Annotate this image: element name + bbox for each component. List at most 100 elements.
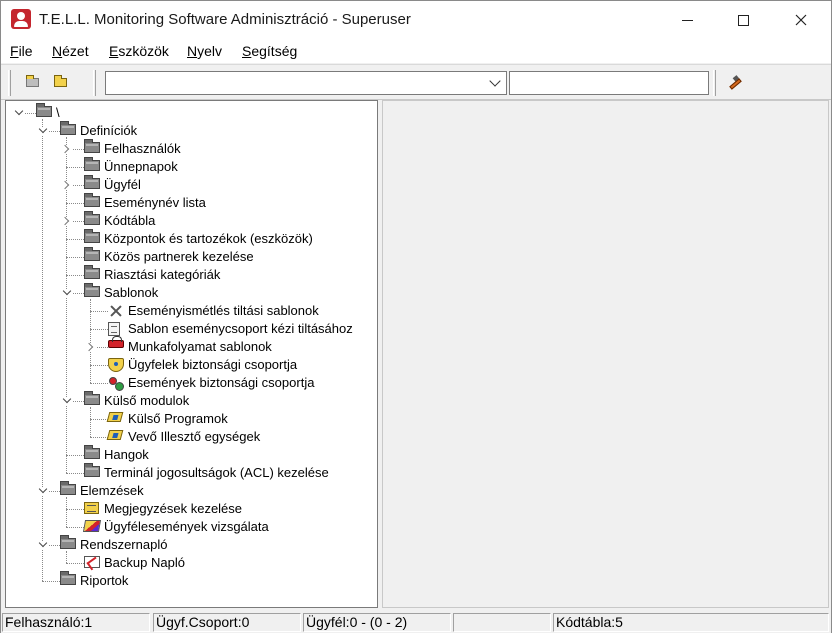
tree-connector — [66, 509, 84, 510]
tree-connector — [42, 119, 43, 581]
chevron-down-icon[interactable] — [15, 109, 24, 118]
tree-item-label[interactable]: Rendszernapló — [80, 536, 167, 554]
tree-item-label[interactable]: Sablon eseménycsoport kézi tiltásához — [128, 320, 353, 338]
tree-item-label[interactable]: Terminál jogosultságok (ACL) kezelése — [104, 464, 329, 482]
tree-connector — [66, 551, 67, 563]
tree-connector — [66, 563, 84, 564]
receiver-icon — [106, 430, 124, 440]
close-icon — [795, 14, 807, 26]
note-icon — [84, 502, 99, 514]
tree-item-label[interactable]: Eseményismétlés tiltási sablonok — [128, 302, 319, 320]
menu-tools[interactable]: Eszközök — [109, 43, 169, 59]
tree-connector — [90, 419, 108, 420]
search-combo[interactable] — [105, 71, 507, 95]
toolbar-grip-2[interactable] — [93, 70, 96, 96]
menu-language[interactable]: Nyelv — [187, 43, 222, 59]
tree-connector — [66, 455, 84, 456]
tree-connector — [90, 383, 108, 384]
minimize-button[interactable] — [661, 1, 713, 39]
folder-icon — [84, 193, 100, 207]
tool-button[interactable] — [723, 72, 745, 94]
tree-item-label[interactable]: Ügyfélesemények vizsgálata — [104, 518, 269, 536]
tree-item-label[interactable]: Elemzések — [80, 482, 144, 500]
window-title: T.E.L.L. Monitoring Software Adminisztrá… — [39, 11, 411, 28]
tree-item-label[interactable]: Közös partnerek kezelése — [104, 248, 254, 266]
chevron-down-icon[interactable] — [63, 397, 72, 406]
menu-help[interactable]: Segítség — [242, 43, 297, 59]
tree-item-label[interactable]: Eseménynév lista — [104, 194, 206, 212]
tree-item-label[interactable]: Munkafolyamat sablonok — [128, 338, 272, 356]
search-input[interactable] — [509, 71, 709, 95]
tree-connector — [90, 311, 108, 312]
program-icon — [106, 412, 124, 422]
tree-connector — [90, 407, 91, 437]
folder-icon — [60, 571, 76, 585]
tree-item-label[interactable]: Backup Napló — [104, 554, 185, 572]
tree-item-label[interactable]: Hangok — [104, 446, 149, 464]
tree-item-label[interactable]: Ügyfél — [104, 176, 141, 194]
open-folder-icon — [26, 75, 39, 87]
tree-item-label[interactable]: Felhasználók — [104, 140, 181, 158]
chevron-right-icon[interactable] — [87, 343, 96, 352]
content-panel — [382, 100, 829, 608]
tree-connector — [42, 581, 60, 582]
folder-icon — [84, 211, 100, 225]
chevron-right-icon[interactable] — [63, 217, 72, 226]
tool-icon — [728, 75, 742, 90]
chevron-down-icon[interactable] — [39, 487, 48, 496]
tree-item-label[interactable]: Kódtábla — [104, 212, 155, 230]
folder-icon — [84, 445, 100, 459]
minimize-icon — [681, 19, 693, 21]
tree-item-label[interactable]: Ünnepnapok — [104, 158, 178, 176]
tree-item-label[interactable]: Vevő Illesztő egységek — [128, 428, 260, 446]
menu-file[interactable]: File — [10, 43, 33, 59]
open-button[interactable] — [22, 72, 44, 94]
chevron-down-icon[interactable] — [489, 75, 501, 87]
maximize-button[interactable] — [717, 1, 769, 39]
chevron-right-icon[interactable] — [63, 145, 72, 154]
close-button[interactable] — [775, 1, 827, 39]
folder-icon — [84, 265, 100, 279]
navigation-tree[interactable]: \ Definíciók Felhasználók Ünnepnapok Ügyfél E… — [5, 100, 378, 608]
tree-item-label[interactable]: \ — [56, 104, 60, 122]
tree-connector — [66, 257, 84, 258]
folder-icon — [36, 103, 52, 117]
menu-view[interactable]: Nézet — [52, 43, 89, 59]
toolbar — [1, 64, 831, 100]
tree-item-label[interactable]: Külső Programok — [128, 410, 228, 428]
toolbar-grip-3[interactable] — [713, 70, 716, 96]
tree-connector — [66, 527, 84, 528]
title-bar: T.E.L.L. Monitoring Software Adminisztrá… — [1, 1, 831, 39]
tree-item-label[interactable]: Külső modulok — [104, 392, 189, 410]
tree-connector — [66, 275, 84, 276]
chevron-right-icon[interactable] — [63, 181, 72, 190]
status-client: Ügyfél:0 - (0 - 2) — [303, 613, 451, 632]
workflow-icon — [108, 336, 124, 348]
tree-item-label[interactable]: Riasztási kategóriák — [104, 266, 220, 284]
log-icon — [84, 556, 100, 568]
toolbar-grip[interactable] — [8, 70, 11, 96]
tree-connector — [66, 239, 84, 240]
tree-item-label[interactable]: Megjegyzések kezelése — [104, 500, 242, 518]
shield-icon — [108, 358, 124, 372]
tree-item-label[interactable]: Riportok — [80, 572, 128, 590]
tree-item-label[interactable]: Központok és tartozékok (eszközök) — [104, 230, 313, 248]
folder-icon — [60, 121, 76, 135]
status-empty — [453, 613, 551, 632]
folder-icon — [84, 139, 100, 153]
folder-icon — [84, 175, 100, 189]
folder-button[interactable] — [50, 72, 72, 94]
folder-icon — [84, 247, 100, 261]
chevron-down-icon[interactable] — [39, 127, 48, 136]
folder-icon — [84, 283, 100, 297]
chevron-down-icon[interactable] — [39, 541, 48, 550]
chevron-down-icon[interactable] — [63, 289, 72, 298]
tree-item-label[interactable]: Események biztonsági csoportja — [128, 374, 314, 392]
tree-connector — [90, 437, 108, 438]
pencil-icon — [82, 520, 102, 532]
tree-item-label[interactable]: Sablonok — [104, 284, 158, 302]
app-window: T.E.L.L. Monitoring Software Adminisztrá… — [0, 0, 832, 633]
status-client-group: Ügyf.Csoport:0 — [153, 613, 301, 632]
tree-item-label[interactable]: Ügyfelek biztonsági csoportja — [128, 356, 297, 374]
tree-item-label[interactable]: Definíciók — [80, 122, 137, 140]
